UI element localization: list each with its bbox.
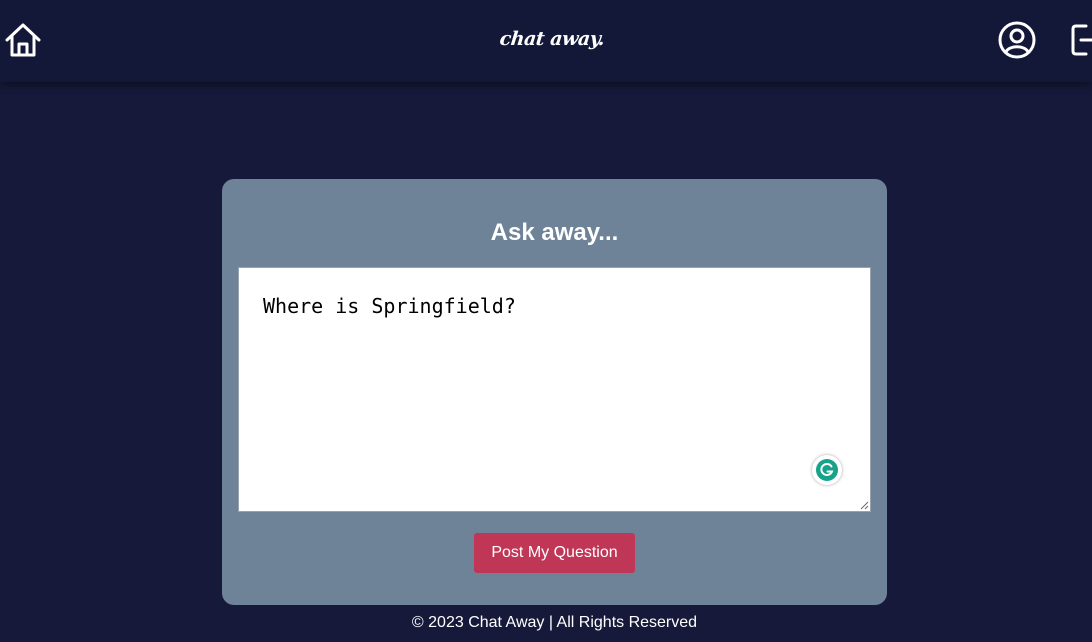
card-title: Ask away... (490, 219, 619, 246)
grammarly-icon (816, 459, 838, 481)
profile-button[interactable] (997, 20, 1037, 60)
brand-logo: chat away. (498, 28, 606, 50)
logout-button[interactable] (1070, 22, 1092, 58)
question-text: Where is Springfield? (263, 294, 516, 318)
user-circle-icon (998, 21, 1036, 59)
ask-question-card: Ask away... Where is Springfield? Post M… (222, 179, 887, 605)
question-textarea[interactable]: Where is Springfield? (238, 267, 871, 512)
grammarly-button[interactable] (812, 455, 842, 485)
footer-copyright: © 2023 Chat Away | All Rights Reserved (411, 614, 698, 631)
logout-icon (1071, 24, 1092, 56)
top-navbar: chat away. (0, 0, 1092, 82)
resize-handle-icon[interactable] (859, 500, 869, 510)
post-question-button[interactable]: Post My Question (474, 533, 635, 573)
